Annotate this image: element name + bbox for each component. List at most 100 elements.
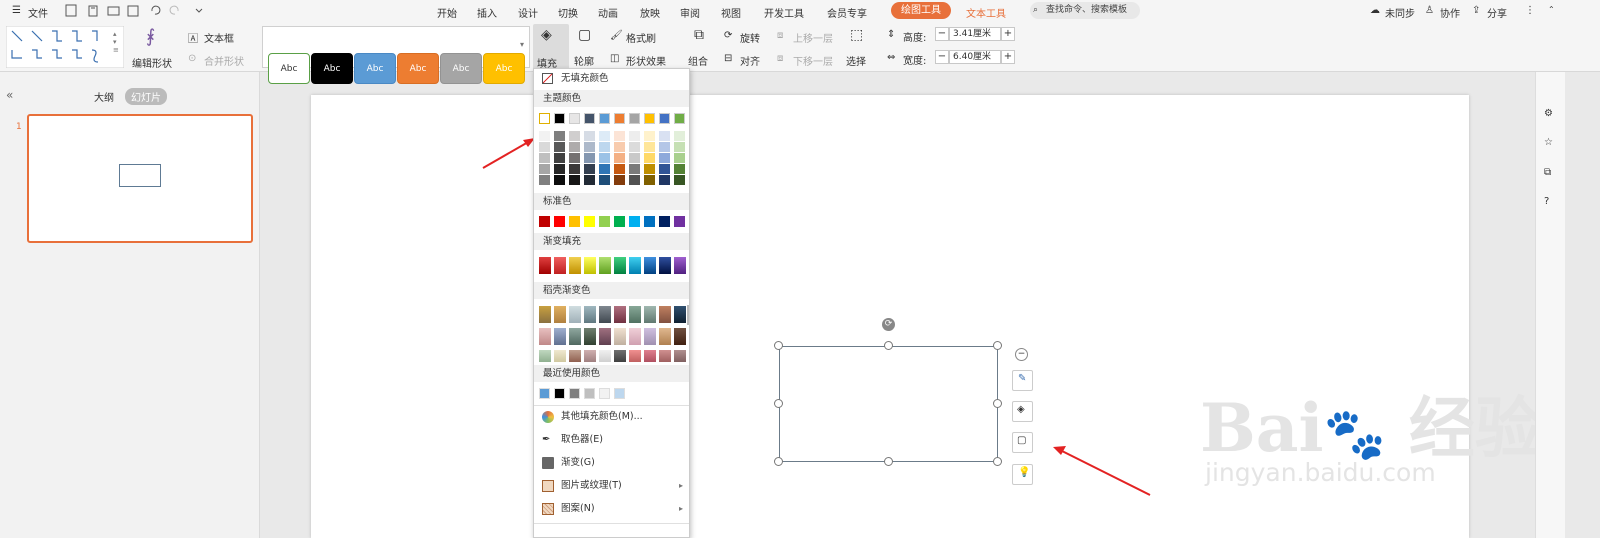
- theme-shade-swatch[interactable]: [659, 131, 670, 141]
- theme-shade-swatch[interactable]: [584, 153, 595, 163]
- shell-gradient-swatch[interactable]: [539, 328, 551, 345]
- theme-shade-swatch[interactable]: [554, 131, 565, 141]
- shell-gradient-swatch[interactable]: [629, 328, 641, 345]
- theme-color-swatch[interactable]: [569, 113, 580, 124]
- theme-shade-swatch[interactable]: [629, 142, 640, 152]
- theme-shade-swatch[interactable]: [539, 175, 550, 185]
- pattern-item[interactable]: 图案(N) ▸: [534, 499, 689, 519]
- shell-gradient-swatch[interactable]: [554, 306, 566, 323]
- shell-gradient-swatch[interactable]: [584, 306, 596, 323]
- theme-shade-swatch[interactable]: [584, 175, 595, 185]
- shell-gradient-swatch[interactable]: [569, 350, 581, 362]
- shell-gradient-swatch[interactable]: [554, 328, 566, 345]
- recent-color-swatch[interactable]: [554, 388, 565, 399]
- theme-shade-swatch[interactable]: [584, 131, 595, 141]
- standard-color-swatch[interactable]: [659, 216, 670, 227]
- standard-color-swatch[interactable]: [599, 216, 610, 227]
- gradient-swatch[interactable]: [644, 257, 656, 274]
- theme-shade-swatch[interactable]: [674, 131, 685, 141]
- shell-gradient-swatch[interactable]: [539, 350, 551, 362]
- theme-shade-swatch[interactable]: [599, 131, 610, 141]
- shell-gradient-swatch[interactable]: [644, 306, 656, 323]
- theme-shade-swatch[interactable]: [539, 142, 550, 152]
- theme-shade-swatch[interactable]: [584, 164, 595, 174]
- recent-color-swatch[interactable]: [584, 388, 595, 399]
- gradient-item[interactable]: 渐变(G): [534, 453, 689, 473]
- shell-gradient-swatch[interactable]: [584, 328, 596, 345]
- theme-shade-swatch[interactable]: [674, 153, 685, 163]
- theme-shade-swatch[interactable]: [629, 153, 640, 163]
- shell-gradient-swatch[interactable]: [659, 306, 671, 323]
- shell-gradient-swatch[interactable]: [674, 328, 686, 345]
- theme-shade-swatch[interactable]: [614, 164, 625, 174]
- theme-shade-swatch[interactable]: [539, 164, 550, 174]
- gradient-swatch[interactable]: [569, 257, 581, 274]
- shell-gradient-swatch[interactable]: [599, 306, 611, 323]
- theme-color-swatch[interactable]: [644, 113, 655, 124]
- scrollbar-thumb[interactable]: [687, 305, 689, 325]
- shell-gradient-swatch[interactable]: [629, 306, 641, 323]
- gradient-swatch[interactable]: [674, 257, 686, 274]
- theme-color-swatch[interactable]: [629, 113, 640, 124]
- theme-shade-swatch[interactable]: [629, 164, 640, 174]
- theme-shade-swatch[interactable]: [599, 164, 610, 174]
- theme-color-swatch[interactable]: [659, 113, 670, 124]
- gradient-swatch[interactable]: [539, 257, 551, 274]
- theme-shade-swatch[interactable]: [569, 175, 580, 185]
- standard-color-swatch[interactable]: [539, 216, 550, 227]
- gradient-swatch[interactable]: [629, 257, 641, 274]
- theme-shade-swatch[interactable]: [614, 142, 625, 152]
- theme-shade-swatch[interactable]: [644, 142, 655, 152]
- shell-gradient-swatch[interactable]: [599, 328, 611, 345]
- theme-color-swatch[interactable]: [599, 113, 610, 124]
- standard-color-swatch[interactable]: [629, 216, 640, 227]
- theme-shade-swatch[interactable]: [569, 131, 580, 141]
- gradient-swatch[interactable]: [614, 257, 626, 274]
- gradient-swatch[interactable]: [599, 257, 611, 274]
- standard-color-swatch[interactable]: [554, 216, 565, 227]
- theme-shade-swatch[interactable]: [629, 175, 640, 185]
- theme-shade-swatch[interactable]: [584, 142, 595, 152]
- shell-gradient-swatch[interactable]: [659, 350, 671, 362]
- recent-color-swatch[interactable]: [539, 388, 550, 399]
- theme-shade-swatch[interactable]: [659, 164, 670, 174]
- shell-gradient-swatch[interactable]: [644, 328, 656, 345]
- theme-shade-swatch[interactable]: [569, 153, 580, 163]
- recent-color-swatch[interactable]: [569, 388, 580, 399]
- shell-gradient-swatch[interactable]: [659, 328, 671, 345]
- shell-gradient-swatch[interactable]: [674, 350, 686, 362]
- eyedropper-item[interactable]: ✒ 取色器(E): [534, 430, 689, 450]
- theme-shade-swatch[interactable]: [659, 175, 670, 185]
- recent-color-swatch[interactable]: [599, 388, 610, 399]
- theme-color-swatch[interactable]: [539, 113, 550, 124]
- no-fill-item[interactable]: 无填充颜色: [534, 69, 689, 89]
- theme-shade-swatch[interactable]: [629, 131, 640, 141]
- theme-shade-swatch[interactable]: [644, 164, 655, 174]
- shell-gradient-swatch[interactable]: [614, 350, 626, 362]
- shell-gradient-swatch[interactable]: [629, 350, 641, 362]
- theme-shade-swatch[interactable]: [569, 142, 580, 152]
- theme-shade-swatch[interactable]: [599, 142, 610, 152]
- theme-shade-swatch[interactable]: [644, 175, 655, 185]
- theme-shade-swatch[interactable]: [569, 164, 580, 174]
- gradient-swatch[interactable]: [554, 257, 566, 274]
- standard-color-swatch[interactable]: [644, 216, 655, 227]
- standard-color-swatch[interactable]: [584, 216, 595, 227]
- standard-color-swatch[interactable]: [674, 216, 685, 227]
- theme-shade-swatch[interactable]: [659, 142, 670, 152]
- shell-gradient-swatch[interactable]: [539, 306, 551, 323]
- theme-shade-swatch[interactable]: [599, 175, 610, 185]
- theme-color-swatch[interactable]: [554, 113, 565, 124]
- shell-gradient-swatch[interactable]: [674, 306, 686, 323]
- theme-shade-swatch[interactable]: [674, 164, 685, 174]
- theme-color-swatch[interactable]: [614, 113, 625, 124]
- theme-shade-swatch[interactable]: [674, 142, 685, 152]
- more-fill-colors-item[interactable]: 其他填充颜色(M)...: [534, 407, 689, 427]
- shell-gradient-swatch[interactable]: [584, 350, 596, 362]
- theme-shade-swatch[interactable]: [539, 153, 550, 163]
- theme-shade-swatch[interactable]: [644, 153, 655, 163]
- shell-gradient-swatch[interactable]: [614, 306, 626, 323]
- shell-gradient-swatch[interactable]: [554, 350, 566, 362]
- theme-shade-swatch[interactable]: [644, 131, 655, 141]
- shell-gradient-swatch[interactable]: [569, 306, 581, 323]
